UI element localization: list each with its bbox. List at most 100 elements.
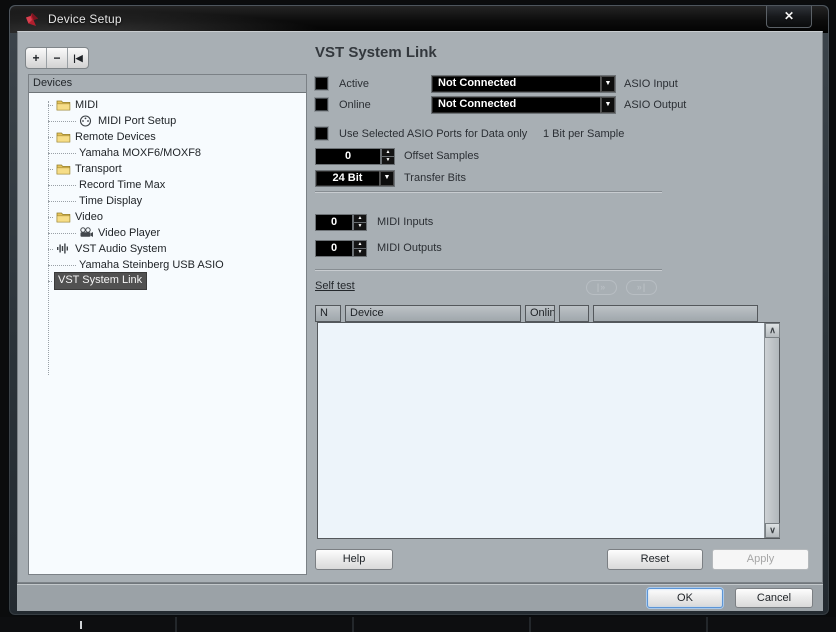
tree-item-time-display[interactable]: Time Display (29, 193, 306, 209)
tree-item-label: Yamaha Steinberg USB ASIO (79, 258, 224, 271)
cubase-logo-icon (24, 12, 40, 28)
tree-connector (48, 104, 53, 106)
self-test-link[interactable]: Self test (315, 280, 355, 292)
scroll-up-icon[interactable]: ∧ (765, 323, 780, 338)
tree-item-vst-audio-system[interactable]: VST Audio System (29, 241, 306, 257)
vertical-scrollbar[interactable]: ∧ ∨ (764, 323, 780, 538)
transfer-bits-dropdown[interactable]: 24 Bit ▼ (315, 170, 395, 187)
reset-icon: |◀ (73, 53, 83, 63)
tree-item-record-time-max[interactable]: Record Time Max (29, 177, 306, 193)
tree-item-vst-system-link[interactable]: VST System Link (29, 272, 306, 290)
data-only-checkbox[interactable] (315, 127, 328, 140)
apply-button[interactable]: Apply (712, 549, 809, 570)
midi-outputs-spinner: 0 ▲ ▼ (315, 240, 367, 257)
reset-button[interactable]: Reset (607, 549, 703, 570)
tree-item-video-player[interactable]: Video Player (29, 225, 306, 241)
spin-down-icon[interactable]: ▼ (381, 157, 395, 165)
transfer-bits-value: 24 Bit (332, 172, 363, 184)
column-header-onlin[interactable]: Onlin (525, 305, 555, 322)
tree-connector (48, 120, 76, 122)
tree-connector (48, 152, 76, 154)
tree-item-label: Video Player (98, 226, 161, 239)
folder-icon (56, 211, 71, 223)
table-header-row: N Device Onlin (315, 305, 762, 322)
asio-output-value: Not Connected (438, 98, 517, 110)
midi-outputs-label: MIDI Outputs (377, 242, 442, 254)
play-from-start-icon: |» (596, 282, 607, 292)
chevron-down-icon[interactable]: ▼ (600, 76, 615, 92)
devices-panel-header: Devices (29, 75, 306, 93)
close-icon: ✕ (783, 9, 795, 23)
tree-item-video[interactable]: Video (29, 209, 306, 225)
tree-connector (48, 216, 53, 218)
folder-icon (56, 131, 71, 143)
dialog-footer: OK Cancel (17, 583, 823, 611)
tree-item-label: Transport (75, 162, 122, 175)
folder-icon (56, 99, 71, 111)
midi-inputs-spinner: 0 ▲ ▼ (315, 214, 367, 231)
chevron-down-icon[interactable]: ▼ (379, 171, 394, 186)
tree-item-label: Time Display (79, 194, 143, 207)
spin-up-icon[interactable]: ▲ (353, 240, 367, 249)
devices-panel: Devices MIDI MIDI Port Setup Remote Device… (28, 74, 307, 575)
midi-inputs-label: MIDI Inputs (377, 216, 434, 228)
offset-samples-spinner: 0 ▲ ▼ (315, 148, 395, 165)
tree-item-yamaha-steinberg-usb-asio[interactable]: Yamaha Steinberg USB ASIO (29, 257, 306, 273)
column-header-blank-3[interactable] (559, 305, 589, 322)
add-device-button[interactable]: + (26, 48, 47, 68)
column-header-n[interactable]: N (315, 305, 341, 322)
separator (315, 191, 662, 193)
spin-up-icon[interactable]: ▲ (381, 148, 395, 157)
column-header-device[interactable]: Device (345, 305, 521, 322)
self-test-end-button[interactable]: »| (626, 280, 657, 295)
tree-item-yamaha-moxf6-moxf8[interactable]: Yamaha MOXF6/MOXF8 (29, 145, 306, 161)
tree-item-label: Record Time Max (79, 178, 166, 191)
camera-icon (79, 227, 94, 239)
active-checkbox[interactable] (315, 77, 328, 90)
tree-item-label: MIDI (75, 98, 99, 111)
offset-samples-label: Offset Samples (404, 150, 479, 162)
table-body[interactable]: ∧ ∨ (317, 322, 780, 539)
cancel-button[interactable]: Cancel (735, 588, 813, 608)
midi-inputs-field[interactable]: 0 (315, 214, 353, 231)
asio-input-dropdown[interactable]: Not Connected ▼ (431, 75, 616, 93)
column-header-blank-4[interactable] (593, 305, 758, 322)
folder-icon (56, 163, 71, 175)
spin-down-icon[interactable]: ▼ (353, 249, 367, 257)
separator (315, 269, 662, 271)
titlebar[interactable]: Device Setup ✕ (10, 6, 828, 33)
desktop-strip (0, 617, 836, 632)
online-checkbox[interactable] (315, 98, 328, 111)
tree-item-remote-devices[interactable]: Remote Devices (29, 129, 306, 145)
midi-outputs-field[interactable]: 0 (315, 240, 353, 257)
asio-output-dropdown[interactable]: Not Connected ▼ (431, 96, 616, 114)
remove-device-button[interactable]: − (47, 48, 68, 68)
spin-up-icon[interactable]: ▲ (353, 214, 367, 223)
online-label: Online (339, 99, 371, 111)
bit-per-sample-note: 1 Bit per Sample (543, 128, 625, 140)
tree-item-label: VST Audio System (75, 242, 167, 255)
desktop-tick (80, 621, 82, 629)
offset-samples-field[interactable]: 0 (315, 148, 381, 165)
help-button[interactable]: Help (315, 549, 393, 570)
chevron-down-icon[interactable]: ▼ (600, 97, 615, 113)
tree-connector (48, 248, 53, 250)
tree-item-label: Remote Devices (75, 130, 156, 143)
data-only-label: Use Selected ASIO Ports for Data only (339, 128, 528, 140)
self-test-start-button[interactable]: |» (586, 280, 617, 295)
tree-connector (48, 168, 53, 170)
tree-item-transport[interactable]: Transport (29, 161, 306, 177)
tree-item-midi[interactable]: MIDI (29, 97, 306, 113)
spin-down-icon[interactable]: ▼ (353, 223, 367, 231)
asio-output-label: ASIO Output (624, 99, 687, 111)
tree-connector (48, 264, 76, 266)
close-button[interactable]: ✕ (766, 6, 812, 28)
scroll-down-icon[interactable]: ∨ (765, 523, 780, 538)
tree-connector (48, 184, 76, 186)
devices-toolbar: + − |◀ (25, 47, 89, 69)
reset-devices-button[interactable]: |◀ (68, 48, 88, 68)
plus-icon: + (32, 51, 40, 65)
tree-connector (48, 232, 76, 234)
tree-item-midi-port-setup[interactable]: MIDI Port Setup (29, 113, 306, 129)
ok-button[interactable]: OK (647, 588, 723, 608)
